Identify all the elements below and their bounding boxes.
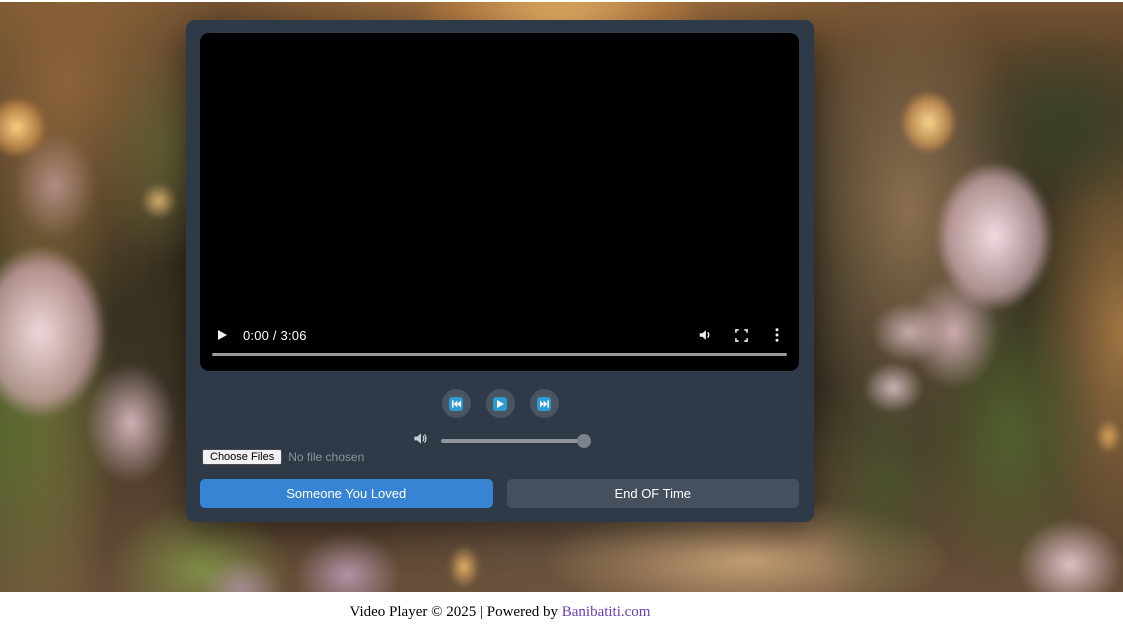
volume-slider[interactable] bbox=[441, 432, 587, 450]
previous-track-button[interactable] bbox=[442, 389, 471, 418]
skip-next-icon bbox=[537, 397, 551, 411]
skip-previous-icon bbox=[449, 397, 463, 411]
transport-controls bbox=[186, 389, 814, 418]
choose-files-button[interactable]: Choose Files bbox=[202, 449, 282, 465]
playlist-item-end-of-time[interactable]: End OF Time bbox=[507, 479, 800, 508]
playlist-item-someone-you-loved[interactable]: Someone You Loved bbox=[200, 479, 493, 508]
next-track-button[interactable] bbox=[530, 389, 559, 418]
play-emoji-icon bbox=[493, 397, 507, 411]
video-surface[interactable]: 0:00 / 3:06 bbox=[200, 33, 799, 371]
volume-slider-thumb[interactable] bbox=[577, 434, 591, 448]
video-progress-bar[interactable] bbox=[212, 353, 787, 356]
speaker-icon bbox=[413, 431, 428, 451]
file-chosen-status: No file chosen bbox=[288, 450, 364, 464]
overflow-menu-icon[interactable] bbox=[768, 326, 786, 344]
volume-slider-track bbox=[441, 439, 587, 443]
fullscreen-icon[interactable] bbox=[732, 326, 750, 344]
playlist-buttons: Someone You Loved End OF Time bbox=[200, 479, 799, 508]
garden-background: 0:00 / 3:06 bbox=[0, 2, 1123, 592]
time-display: 0:00 / 3:06 bbox=[243, 328, 307, 343]
footer-link[interactable]: Banibatiti.com bbox=[562, 604, 651, 620]
video-control-bar: 0:00 / 3:06 bbox=[200, 325, 799, 345]
play-pause-button[interactable] bbox=[486, 389, 515, 418]
file-input: Choose Files No file chosen bbox=[202, 449, 364, 465]
footer: Video Player © 2025 | Powered by Banibat… bbox=[0, 592, 1000, 634]
volume-icon[interactable] bbox=[696, 326, 714, 344]
video-player-panel: 0:00 / 3:06 bbox=[186, 20, 814, 522]
footer-text: Video Player © 2025 | Powered by bbox=[350, 604, 562, 620]
play-icon[interactable] bbox=[213, 326, 231, 344]
volume-row bbox=[186, 432, 814, 450]
